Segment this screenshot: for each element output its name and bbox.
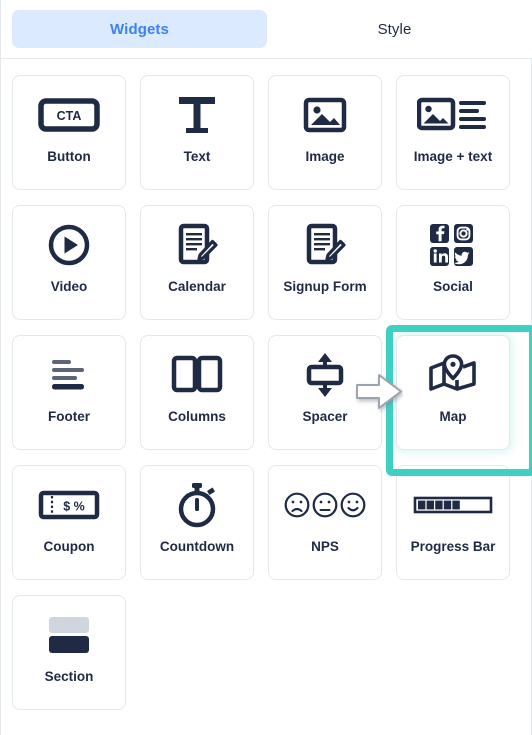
widget-label: Image (305, 149, 345, 164)
cta-button-icon: CTA (13, 76, 125, 150)
widget-card-spacer[interactable]: Spacer (268, 335, 382, 450)
svg-text:$ %: $ % (63, 500, 85, 514)
facebook-icon (430, 224, 449, 243)
image-text-icon (397, 76, 509, 150)
widget-card-video[interactable]: Video (12, 205, 126, 320)
widget-card-progress-bar[interactable]: Progress Bar (396, 465, 510, 580)
social-grid-icon (397, 206, 509, 280)
image-icon (269, 76, 381, 150)
widget-card-social[interactable]: Social (396, 205, 510, 320)
instagram-icon (454, 224, 473, 243)
widget-label: Footer (48, 409, 90, 424)
columns-icon (141, 336, 253, 410)
widget-label: Signup Form (283, 279, 367, 294)
widget-card-columns[interactable]: Columns (140, 335, 254, 450)
widget-label: Text (183, 149, 211, 164)
widget-card-nps[interactable]: NPS (268, 465, 382, 580)
widget-label: Coupon (43, 539, 95, 554)
neutral-face-icon (312, 492, 338, 518)
stopwatch-icon (141, 466, 253, 540)
widget-card-signup-form[interactable]: Signup Form (268, 205, 382, 320)
widget-card-countdown[interactable]: Countdown (140, 465, 254, 580)
happy-face-icon (340, 492, 366, 518)
faces-icon (269, 466, 381, 540)
widget-label: Progress Bar (410, 539, 496, 554)
map-pin-icon (397, 336, 509, 410)
widget-label: Image + text (413, 149, 493, 164)
widget-card-calendar[interactable]: Calendar (140, 205, 254, 320)
widget-label: Calendar (168, 279, 226, 294)
text-t-icon (141, 76, 253, 150)
linkedin-icon (430, 247, 449, 266)
play-circle-icon (13, 206, 125, 280)
widget-label: Countdown (159, 539, 235, 554)
widget-card-image-text[interactable]: Image + text (396, 75, 510, 190)
widget-label: Section (44, 669, 94, 684)
widget-label: Columns (168, 409, 226, 424)
section-blocks-icon (13, 596, 125, 670)
widget-card-image[interactable]: Image (268, 75, 382, 190)
widget-label: Social (433, 279, 473, 294)
widgets-panel: Widgets Style CTA Button Text Image Imag… (0, 0, 532, 735)
widget-label: Video (50, 279, 88, 294)
progress-bar-icon (397, 466, 509, 540)
widget-card-section[interactable]: Section (12, 595, 126, 710)
widget-card-footer[interactable]: Footer (12, 335, 126, 450)
coupon-ticket-icon: $ % (13, 466, 125, 540)
document-pencil-icon (141, 206, 253, 280)
svg-text:CTA: CTA (57, 109, 82, 123)
tab-widgets[interactable]: Widgets (12, 10, 267, 48)
document-pencil-icon (269, 206, 381, 280)
widget-card-coupon[interactable]: $ % Coupon (12, 465, 126, 580)
widget-card-map[interactable]: Map (386, 325, 532, 476)
widget-card-text[interactable]: Text (140, 75, 254, 190)
widget-label: Map (439, 409, 467, 424)
widget-label: NPS (311, 539, 339, 554)
tab-style[interactable]: Style (267, 10, 522, 48)
panel-tabs: Widgets Style (1, 0, 532, 59)
widget-grid: CTA Button Text Image Image + text Video… (1, 59, 532, 722)
spacer-arrows-icon (269, 336, 381, 410)
widget-card-button[interactable]: CTA Button (12, 75, 126, 190)
widget-label: Button (47, 149, 91, 164)
footer-lines-icon (13, 336, 125, 410)
twitter-icon (453, 247, 473, 266)
widget-label: Spacer (302, 409, 348, 424)
sad-face-icon (284, 492, 310, 518)
